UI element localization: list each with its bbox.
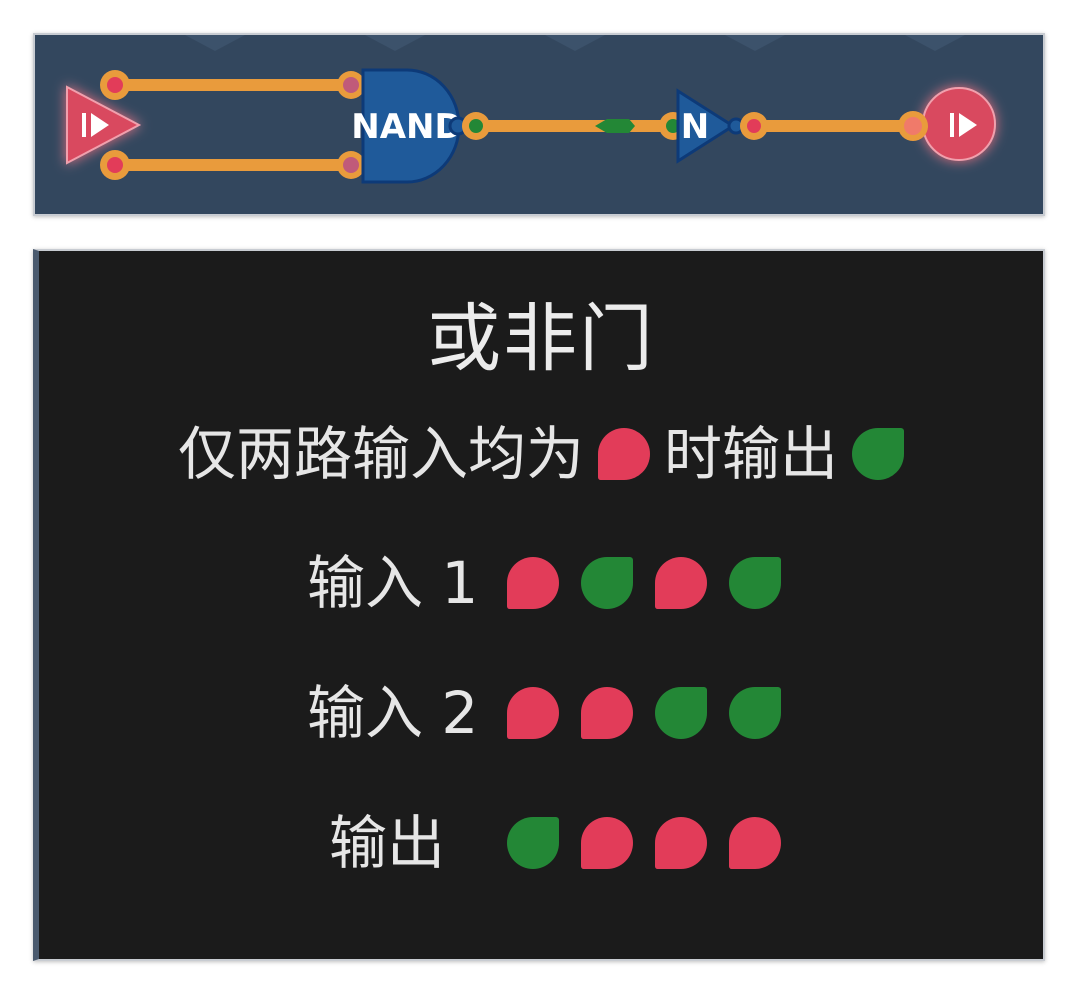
green-signal-icon bbox=[581, 557, 633, 609]
green-signal-icon bbox=[507, 817, 559, 869]
green-signal-icon bbox=[729, 687, 781, 739]
row-label: 输入 2 bbox=[307, 679, 479, 747]
output-receiver[interactable] bbox=[898, 87, 996, 161]
not-gate[interactable]: N bbox=[659, 88, 768, 164]
red-signal-icon bbox=[581, 817, 633, 869]
signal-list bbox=[507, 687, 781, 739]
rule-middle: 时输出 bbox=[664, 420, 839, 488]
signal-list bbox=[507, 557, 781, 609]
truth-row-output: 输出 bbox=[329, 811, 781, 875]
red-signal-icon bbox=[655, 557, 707, 609]
panel-title: 或非门 bbox=[427, 296, 655, 382]
red-signal-icon bbox=[655, 817, 707, 869]
nand-gate[interactable]: NAND bbox=[337, 68, 490, 184]
description-panel: 或非门 仅两路输入均为 时输出 输入 1 输入 2 输出 bbox=[33, 249, 1045, 961]
rule-prefix: 仅两路输入均为 bbox=[177, 420, 584, 488]
red-signal-icon bbox=[507, 687, 559, 739]
truth-row-input-2: 输入 2 bbox=[307, 681, 781, 745]
green-signal-icon bbox=[729, 557, 781, 609]
input-source[interactable] bbox=[66, 85, 142, 165]
wires bbox=[109, 79, 921, 171]
nand-gate-label: NAND bbox=[351, 107, 462, 147]
row-label: 输出 bbox=[329, 809, 446, 877]
red-signal-icon bbox=[581, 687, 633, 739]
truth-row-input-1: 输入 1 bbox=[307, 551, 781, 615]
green-signal-icon bbox=[852, 428, 905, 480]
not-gate-label: N bbox=[681, 107, 709, 147]
background-pattern bbox=[185, 35, 965, 51]
signal-list bbox=[507, 817, 781, 869]
row-label: 输入 1 bbox=[307, 549, 479, 617]
rule-text: 仅两路输入均为 时输出 bbox=[39, 419, 1043, 489]
circuit-panel: NAND N bbox=[33, 33, 1045, 216]
red-signal-icon bbox=[598, 428, 650, 480]
circuit-canvas: NAND N bbox=[66, 35, 996, 184]
green-signal-icon bbox=[655, 687, 707, 739]
red-signal-icon bbox=[729, 817, 781, 869]
red-signal-icon bbox=[507, 557, 559, 609]
